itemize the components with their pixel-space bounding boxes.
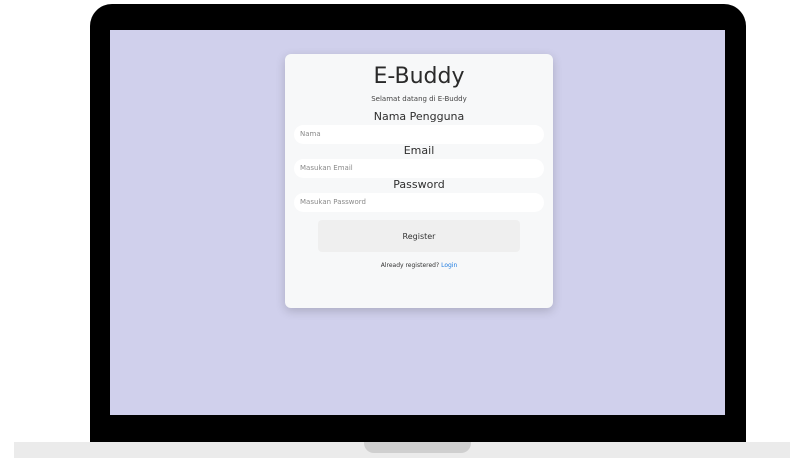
login-link[interactable]: Login — [441, 262, 457, 269]
register-button[interactable]: Register — [318, 220, 520, 252]
email-label: Email — [403, 144, 435, 157]
username-label: Nama Pengguna — [373, 110, 465, 123]
username-input[interactable] — [294, 125, 544, 144]
app-title: E-Buddy — [373, 64, 465, 89]
laptop-base-notch — [364, 442, 471, 453]
login-prompt: Already registered? Login — [294, 262, 544, 270]
welcome-subtitle: Selamat datang di E-Buddy — [371, 95, 467, 103]
laptop-screen: E-Buddy Selamat datang di E-Buddy Nama P… — [110, 30, 725, 415]
password-input[interactable] — [294, 193, 544, 212]
register-card: E-Buddy Selamat datang di E-Buddy Nama P… — [285, 54, 553, 308]
email-input[interactable] — [294, 159, 544, 178]
login-prompt-text: Already registered? — [380, 262, 440, 269]
password-label: Password — [393, 178, 445, 191]
